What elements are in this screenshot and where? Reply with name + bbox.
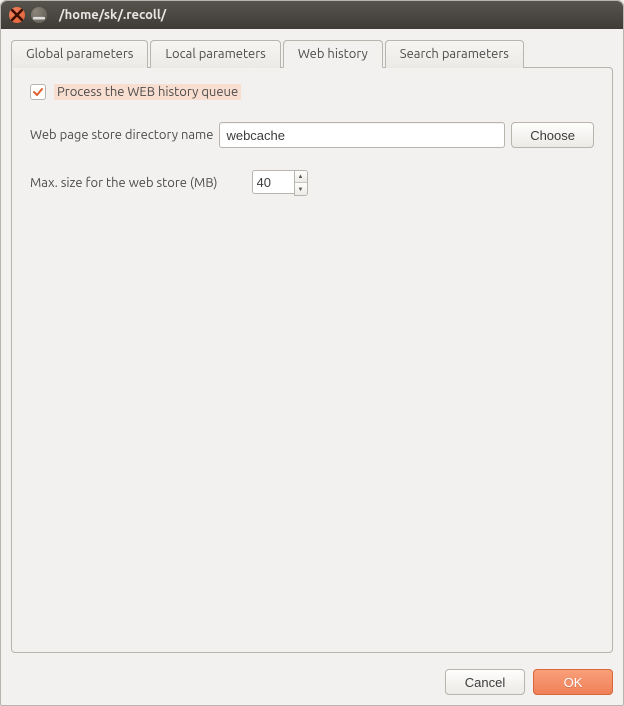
dialog-footer: Cancel OK: [1, 661, 623, 705]
tab-web-history[interactable]: Web history: [283, 40, 383, 68]
spin-down-icon[interactable]: ▼: [295, 183, 307, 195]
tab-pane-web-history: Process the WEB history queue Web page s…: [11, 67, 613, 653]
tab-local-parameters[interactable]: Local parameters: [150, 40, 280, 68]
store-dir-input[interactable]: [219, 122, 505, 148]
cancel-button[interactable]: Cancel: [445, 669, 525, 695]
minimize-icon[interactable]: [31, 7, 47, 23]
process-queue-label: Process the WEB history queue: [54, 84, 241, 100]
tab-search-parameters[interactable]: Search parameters: [385, 40, 524, 68]
max-size-label: Max. size for the web store (MB): [30, 176, 218, 190]
window-title: /home/sk/.recoll/: [59, 8, 166, 22]
max-size-row: Max. size for the web store (MB) ▲ ▼: [30, 170, 594, 196]
content-area: Global parameters Local parameters Web h…: [1, 29, 623, 661]
tab-global-parameters[interactable]: Global parameters: [11, 40, 148, 68]
process-queue-row: Process the WEB history queue: [30, 84, 594, 100]
titlebar[interactable]: /home/sk/.recoll/: [1, 1, 623, 29]
close-icon[interactable]: [9, 7, 25, 23]
dialog-window: /home/sk/.recoll/ Global parameters Loca…: [0, 0, 624, 706]
store-dir-row: Web page store directory name Choose: [30, 122, 594, 148]
max-size-spinner: ▲ ▼: [252, 170, 308, 196]
process-queue-checkbox[interactable]: [30, 84, 46, 100]
store-dir-label: Web page store directory name: [30, 128, 213, 142]
max-size-input[interactable]: [252, 170, 294, 194]
choose-button[interactable]: Choose: [511, 122, 594, 148]
tab-bar: Global parameters Local parameters Web h…: [11, 39, 613, 67]
spin-up-icon[interactable]: ▲: [295, 171, 307, 183]
ok-button[interactable]: OK: [533, 669, 613, 695]
